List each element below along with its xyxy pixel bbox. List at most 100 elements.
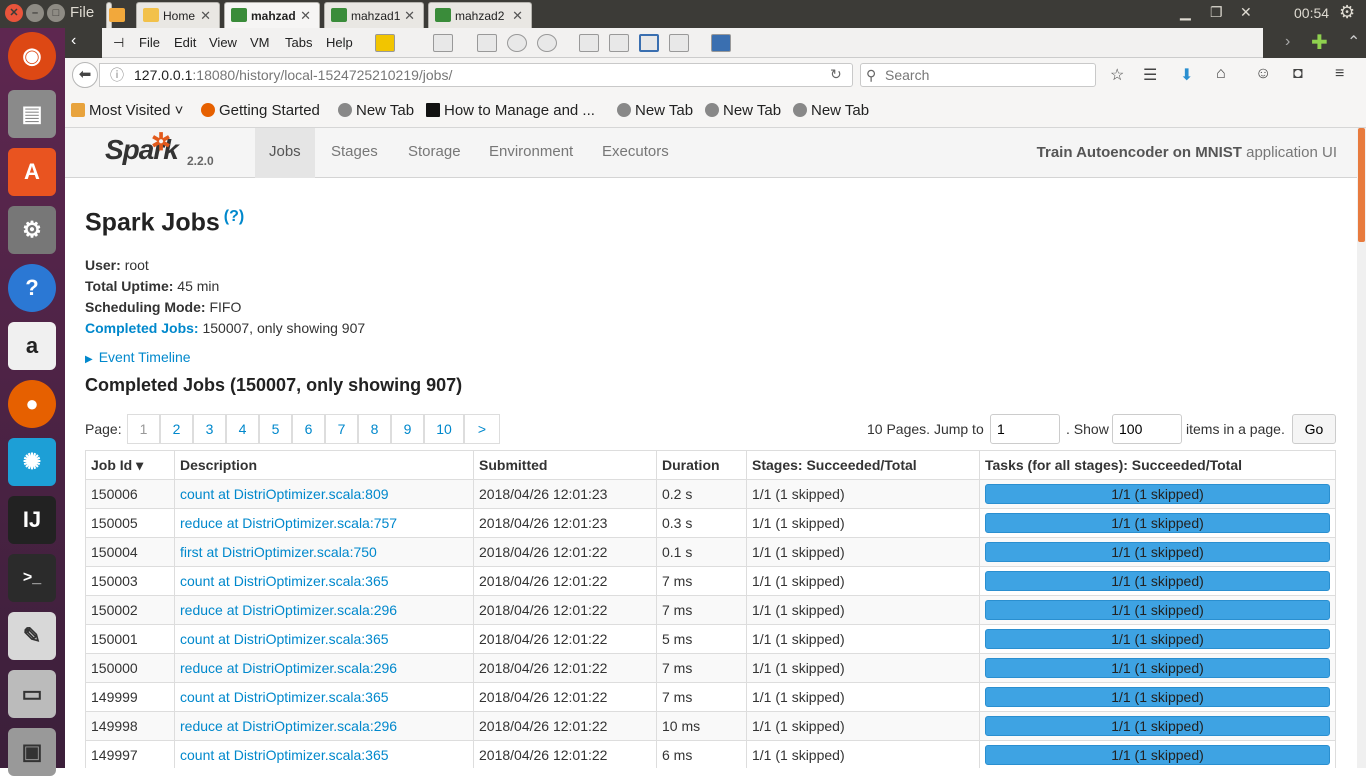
bookmark-new-tab[interactable]: New Tab (705, 102, 781, 119)
system-settings-icon[interactable]: ⚙ (8, 206, 56, 254)
page-link[interactable]: 4 (226, 414, 259, 444)
vm-menu-help[interactable]: Help (326, 35, 353, 50)
revert-icon[interactable] (507, 34, 527, 52)
bookmark-new-tab[interactable]: New Tab (617, 102, 693, 119)
fullscreen-icon[interactable] (639, 34, 659, 52)
page-link[interactable]: 6 (292, 414, 325, 444)
firefox-icon[interactable]: ● (8, 380, 56, 428)
completed-jobs-link[interactable]: Completed Jobs: (85, 320, 199, 336)
go-button[interactable]: Go (1292, 414, 1336, 444)
tab-executors[interactable]: Executors (588, 128, 683, 178)
bookmark-new-tab[interactable]: New Tab (338, 102, 414, 119)
job-description-link[interactable]: reduce at DistriOptimizer.scala:296 (180, 602, 397, 618)
scrollbar[interactable] (1357, 128, 1366, 768)
job-description-link[interactable]: first at DistriOptimizer.scala:750 (180, 544, 377, 560)
console-view-icon[interactable] (711, 34, 731, 52)
bookmark-most-visited[interactable]: Most Visited ˅ (71, 102, 183, 119)
close-window-icon[interactable]: ✕ (5, 4, 23, 22)
reload-icon[interactable]: ↻ (830, 66, 842, 83)
send-keys-icon[interactable] (433, 34, 453, 52)
snapshot-icon[interactable] (477, 34, 497, 52)
page-link[interactable]: 7 (325, 414, 358, 444)
page-link[interactable]: 2 (160, 414, 193, 444)
job-description-link[interactable]: count at DistriOptimizer.scala:809 (180, 486, 389, 502)
home-button-icon[interactable]: ⌂ (1216, 65, 1226, 83)
chevron-up-icon[interactable]: ⌃ (1347, 32, 1360, 52)
url-bar[interactable]: ⓘ 127.0.0.1:18080/history/local-15247252… (99, 63, 853, 87)
tab-storage[interactable]: Storage (394, 128, 475, 178)
help-icon[interactable]: ? (8, 264, 56, 312)
pocket-icon[interactable]: ◘ (1293, 65, 1303, 83)
clock[interactable]: 00:54 (1294, 5, 1329, 21)
search-input[interactable]: ⚲ Search (860, 63, 1096, 87)
minimize-window-icon[interactable]: – (26, 4, 44, 22)
job-description-link[interactable]: reduce at DistriOptimizer.scala:757 (180, 515, 397, 531)
page-jump-input[interactable] (990, 414, 1060, 444)
minimize-icon[interactable]: ▁ (1180, 4, 1191, 21)
page-link[interactable]: 1 (127, 414, 160, 444)
scrollbar-thumb[interactable] (1358, 128, 1365, 242)
download-icon[interactable]: ⬇ (1180, 65, 1193, 85)
page-link[interactable]: 9 (391, 414, 424, 444)
bookmark-getting-started[interactable]: Getting Started (201, 102, 320, 119)
files-icon[interactable]: ▤ (8, 90, 56, 138)
trash-icon[interactable]: ▣ (8, 728, 56, 776)
tab-stages[interactable]: Stages (317, 128, 392, 178)
bookmark-new-tab[interactable]: New Tab (793, 102, 869, 119)
amazon-icon[interactable]: a (8, 322, 56, 370)
thumbnail-bar-icon[interactable] (609, 34, 629, 52)
close-tab-icon[interactable]: ✕ (200, 8, 211, 24)
event-timeline-toggle[interactable]: ▶ Event Timeline (85, 349, 1337, 365)
hamburger-menu-icon[interactable]: ≡ (1335, 65, 1344, 83)
next-page-link[interactable]: > (464, 414, 500, 444)
home-icon-tab[interactable] (106, 2, 125, 28)
tab-mahzad1[interactable]: mahzad1 ✕ (324, 2, 424, 28)
col-tasks[interactable]: Tasks (for all stages): Succeeded/Total (979, 450, 1336, 480)
close-icon[interactable]: ✕ (1240, 4, 1252, 21)
job-description-link[interactable]: count at DistriOptimizer.scala:365 (180, 631, 389, 647)
close-tab-icon[interactable]: ✕ (300, 8, 311, 24)
reading-list-icon[interactable]: ☰ (1143, 65, 1157, 85)
help-link[interactable]: (?) (224, 208, 244, 225)
hello-icon[interactable]: ☺ (1255, 65, 1271, 83)
tab-home[interactable]: Home ✕ (136, 2, 220, 28)
job-description-link[interactable]: count at DistriOptimizer.scala:365 (180, 573, 389, 589)
unity-icon[interactable] (669, 34, 689, 52)
col-submitted[interactable]: Submitted (473, 450, 657, 480)
pause-icon[interactable] (375, 34, 395, 52)
info-icon[interactable]: ⓘ (110, 64, 124, 86)
tab-jobs[interactable]: Jobs (255, 128, 315, 178)
vm-menu-file[interactable]: File (139, 35, 160, 50)
col-stages[interactable]: Stages: Succeeded/Total (746, 450, 980, 480)
job-description-link[interactable]: reduce at DistriOptimizer.scala:296 (180, 660, 397, 676)
job-description-link[interactable]: count at DistriOptimizer.scala:365 (180, 747, 389, 763)
vm-menu-view[interactable]: View (209, 35, 237, 50)
bookmark-how-to-manage[interactable]: How to Manage and ... (426, 102, 595, 119)
maximize-window-icon[interactable]: □ (47, 4, 65, 22)
intellij-icon[interactable]: IJ (8, 496, 56, 544)
text-editor-icon[interactable]: ✎ (8, 612, 56, 660)
col-description[interactable]: Description (174, 450, 474, 480)
drive-icon[interactable]: ▭ (8, 670, 56, 718)
job-description-link[interactable]: count at DistriOptimizer.scala:365 (180, 689, 389, 705)
chevron-right-icon[interactable]: › (1285, 33, 1290, 51)
restore-icon[interactable]: ❐ (1210, 4, 1223, 21)
bookmark-star-icon[interactable]: ☆ (1110, 65, 1124, 85)
software-center-icon[interactable]: A (8, 148, 56, 196)
vm-menu-edit[interactable]: Edit (174, 35, 196, 50)
page-link[interactable]: 5 (259, 414, 292, 444)
sidebar-toggle-icon[interactable] (579, 34, 599, 52)
os-menu-file[interactable]: File (70, 4, 94, 21)
vm-menu-vm[interactable]: VM (250, 35, 270, 50)
page-link[interactable]: 3 (193, 414, 226, 444)
manage-snapshots-icon[interactable] (537, 34, 557, 52)
tab-mahzad[interactable]: mahzad ✕ (224, 2, 320, 28)
terminal-icon[interactable]: >_ (8, 554, 56, 602)
job-description-link[interactable]: reduce at DistriOptimizer.scala:296 (180, 718, 397, 734)
col-duration[interactable]: Duration (656, 450, 747, 480)
vm-menu-tabs[interactable]: Tabs (285, 35, 312, 50)
pin-icon[interactable]: ⊣ (113, 35, 124, 51)
add-icon[interactable]: ✚ (1311, 30, 1328, 55)
col-job-id[interactable]: Job Id ▾ (85, 450, 175, 480)
chevron-left-icon[interactable]: ‹ (71, 32, 76, 50)
